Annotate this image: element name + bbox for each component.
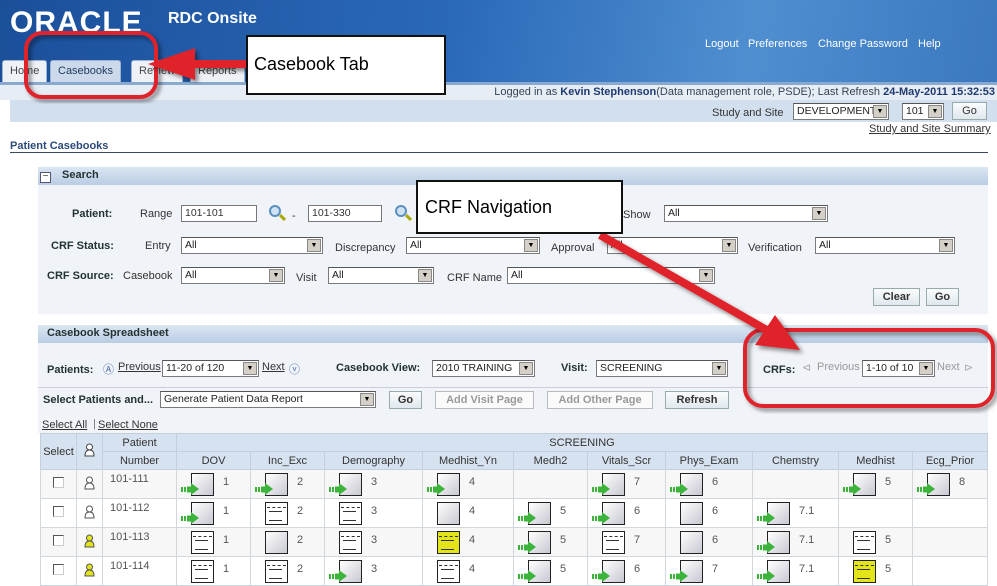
casebook-tab-callout-text: Casebook Tab (254, 54, 369, 74)
crf-navigation-arrow (598, 231, 800, 350)
crf-navigation-callout-text: CRF Navigation (425, 197, 553, 217)
casebook-arrow (148, 48, 250, 80)
annotation-overlay (24, 31, 995, 408)
casebook-tab-highlight (24, 31, 158, 99)
